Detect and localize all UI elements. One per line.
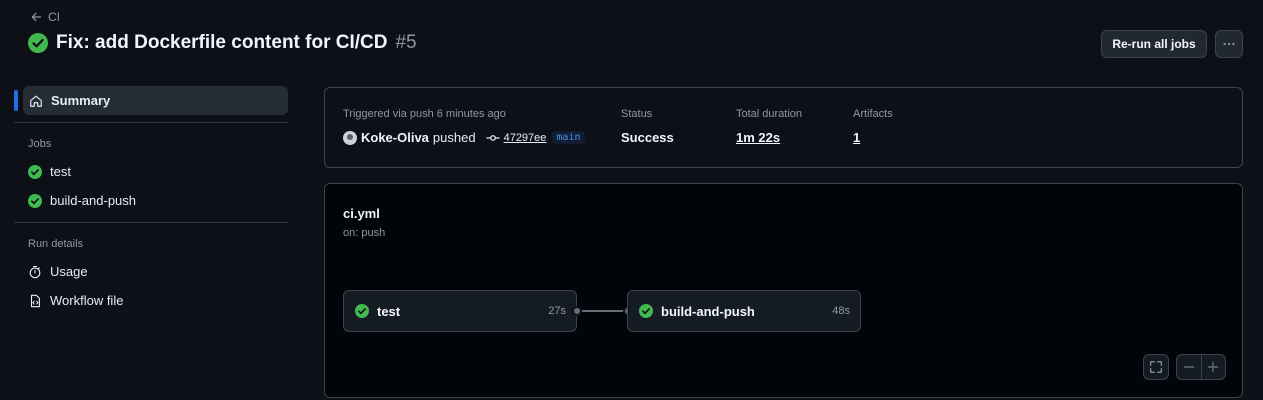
sidebar-item-workflow-file[interactable]: Workflow file — [14, 286, 288, 315]
kebab-horizontal-icon — [1222, 37, 1236, 51]
job-duration: 27s — [548, 305, 566, 317]
connector-dot — [572, 306, 582, 316]
check-circle-icon — [639, 304, 653, 318]
branch-badge[interactable]: main — [552, 131, 585, 144]
sidebar-item-label: Summary — [51, 93, 111, 108]
status-label: Status — [621, 108, 653, 120]
job-name: test — [377, 303, 401, 319]
trigger-value: Koke-Oliva pushed 47297ee main — [343, 130, 585, 145]
file-code-icon — [28, 294, 42, 308]
minus-icon — [1183, 361, 1195, 373]
sidebar-item-label: test — [50, 164, 71, 179]
zoom-out-button[interactable] — [1177, 355, 1201, 379]
check-circle-icon — [355, 304, 369, 318]
artifacts-count-link[interactable]: 1 — [853, 130, 893, 145]
zoom-in-button[interactable] — [1200, 355, 1226, 379]
page-title: Fix: add Dockerfile content for CI/CD #5 — [28, 32, 417, 54]
job-name: build-and-push — [661, 303, 755, 319]
run-number: #5 — [395, 32, 417, 53]
back-link-label: CI — [48, 10, 60, 24]
check-circle-icon — [28, 33, 48, 53]
fullscreen-button[interactable] — [1143, 354, 1169, 380]
screen-full-icon — [1149, 360, 1163, 374]
stopwatch-icon — [28, 265, 42, 279]
sidebar-item-build-and-push[interactable]: build-and-push — [14, 186, 288, 215]
check-circle-icon — [28, 193, 42, 208]
duration-label: Total duration — [736, 108, 803, 120]
status-value: Success — [621, 130, 674, 145]
git-commit-icon — [486, 133, 500, 143]
check-circle-icon — [28, 164, 42, 179]
job-duration: 48s — [832, 305, 850, 317]
job-connector — [577, 310, 629, 312]
avatar[interactable] — [343, 130, 357, 145]
sidebar-item-summary[interactable]: Summary — [14, 86, 288, 115]
divider — [14, 222, 288, 223]
status-column: Status Success — [621, 108, 674, 145]
trigger-column: Triggered via push 6 minutes ago Koke-Ol… — [343, 108, 585, 145]
arrow-left-icon — [30, 11, 42, 23]
plus-icon — [1207, 361, 1219, 373]
run-details-heading: Run details — [28, 238, 84, 250]
duration-column: Total duration 1m 22s — [736, 108, 802, 145]
sidebar: Summary Jobs test build-and-push Run det… — [14, 86, 288, 315]
duration-link[interactable]: 1m 22s — [736, 130, 802, 145]
sidebar-item-test[interactable]: test — [14, 157, 288, 186]
workflow-graph: ci.yml on: push test 27s build-and-push … — [324, 183, 1243, 398]
trigger-label: Triggered via push 6 minutes ago — [343, 108, 506, 120]
sidebar-item-label: build-and-push — [50, 193, 137, 208]
home-icon — [29, 94, 43, 108]
job-card-test[interactable]: test 27s — [343, 290, 577, 332]
action-text: pushed — [432, 130, 476, 145]
back-link[interactable]: CI — [30, 10, 60, 24]
jobs-heading: Jobs — [28, 138, 52, 150]
rerun-all-jobs-button[interactable]: Re-run all jobs — [1101, 30, 1207, 58]
workflow-trigger: on: push — [343, 227, 386, 239]
sidebar-item-usage[interactable]: Usage — [14, 257, 288, 286]
artifacts-label: Artifacts — [853, 108, 893, 120]
sidebar-item-label: Workflow file — [50, 293, 124, 308]
run-title: Fix: add Dockerfile content for CI/CD — [56, 32, 388, 53]
artifacts-column: Artifacts 1 — [853, 108, 893, 145]
sidebar-item-label: Usage — [50, 264, 88, 279]
more-options-button[interactable] — [1215, 30, 1243, 58]
divider — [14, 122, 288, 123]
zoom-controls — [1176, 354, 1226, 380]
commit-sha-link[interactable]: 47297ee — [504, 132, 547, 144]
job-card-build-and-push[interactable]: build-and-push 48s — [627, 290, 861, 332]
active-indicator — [14, 90, 18, 111]
run-summary-panel: Triggered via push 6 minutes ago Koke-Ol… — [324, 87, 1243, 168]
actor-link[interactable]: Koke-Oliva — [361, 130, 429, 145]
workflow-file-name: ci.yml — [343, 206, 380, 221]
